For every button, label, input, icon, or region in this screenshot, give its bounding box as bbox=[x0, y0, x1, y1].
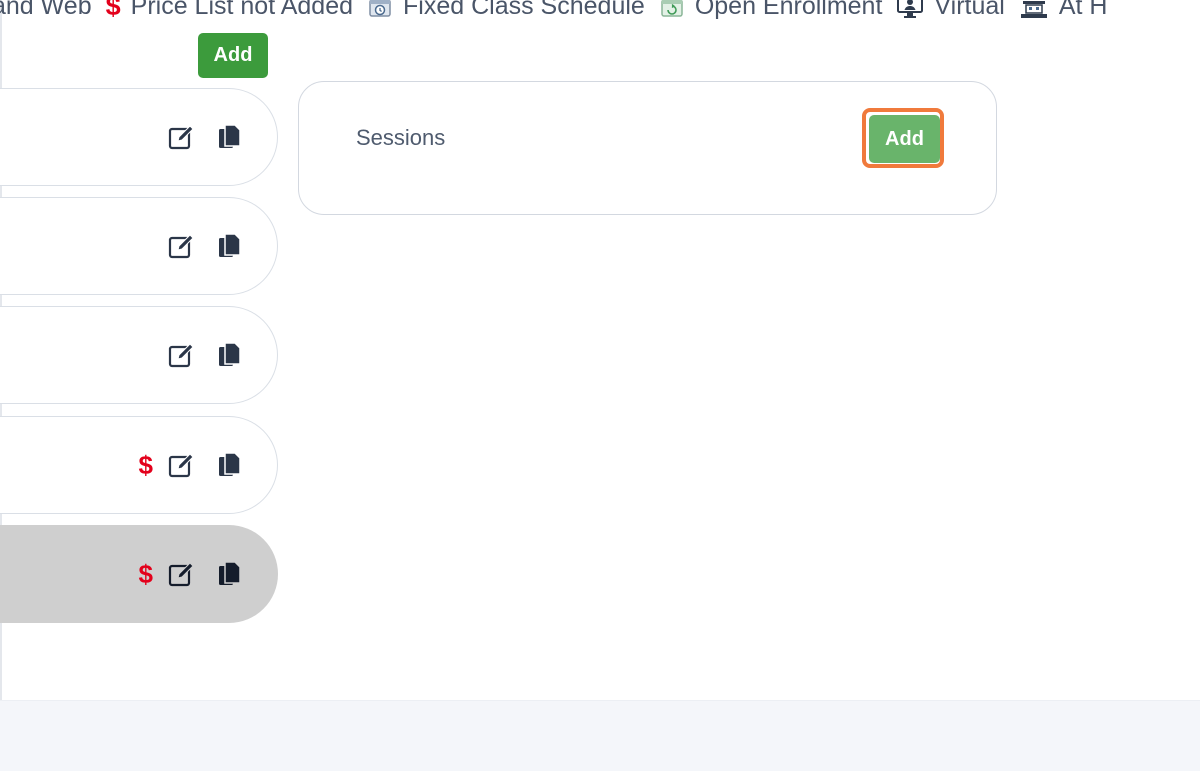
copy-icon[interactable] bbox=[215, 340, 245, 370]
building-icon bbox=[1019, 0, 1049, 20]
row-actions bbox=[167, 89, 245, 185]
edit-icon[interactable] bbox=[167, 231, 197, 261]
list-item[interactable]: $ bbox=[0, 416, 278, 514]
legend-label: Virtual bbox=[934, 0, 1005, 20]
sessions-panel: Sessions Add bbox=[298, 81, 997, 215]
copy-icon[interactable] bbox=[215, 122, 245, 152]
list-item[interactable] bbox=[0, 88, 278, 186]
list-item[interactable] bbox=[0, 306, 278, 404]
add-session-button[interactable]: Add bbox=[869, 115, 940, 163]
row-actions: $ bbox=[139, 417, 245, 513]
add-item-button[interactable]: Add bbox=[198, 33, 268, 78]
legend-item-price-list: $ Price List not Added bbox=[106, 0, 353, 22]
copy-icon[interactable] bbox=[215, 450, 245, 480]
legend-item-fixed-schedule: Fixed Class Schedule bbox=[367, 0, 645, 21]
row-actions: $ bbox=[139, 526, 245, 622]
legend-label: At H bbox=[1058, 0, 1108, 20]
legend-label: Fixed Class Schedule bbox=[403, 0, 645, 20]
legend-bar: and Web $ Price List not Added Fixed Cla… bbox=[0, 0, 1121, 24]
list-item-selected[interactable]: $ bbox=[0, 525, 278, 623]
calendar-refresh-icon bbox=[659, 0, 685, 19]
edit-icon[interactable] bbox=[167, 340, 197, 370]
copy-icon[interactable] bbox=[215, 231, 245, 261]
legend-item-virtual: Virtual bbox=[896, 0, 1005, 21]
legend-label: and Web bbox=[0, 0, 92, 20]
dollar-icon: $ bbox=[105, 0, 121, 21]
edit-icon[interactable] bbox=[167, 122, 197, 152]
price-warning-icon: $ bbox=[138, 558, 153, 589]
legend-item-at-home: At H bbox=[1019, 0, 1108, 21]
page-footer bbox=[0, 700, 1200, 771]
legend-label: Price List not Added bbox=[130, 0, 354, 20]
legend-item-open-enrollment: Open Enrollment bbox=[659, 0, 883, 21]
list-item[interactable] bbox=[0, 197, 278, 295]
legend-label: Open Enrollment bbox=[694, 0, 883, 20]
price-warning-icon: $ bbox=[138, 449, 153, 480]
edit-icon[interactable] bbox=[167, 559, 197, 589]
monitor-user-icon bbox=[896, 0, 924, 19]
clock-calendar-icon bbox=[367, 0, 393, 19]
sessions-title: Sessions bbox=[356, 125, 446, 150]
copy-icon[interactable] bbox=[215, 559, 245, 589]
row-actions bbox=[167, 198, 245, 294]
legend-item-web: and Web bbox=[0, 0, 92, 21]
row-actions bbox=[167, 307, 245, 403]
edit-icon[interactable] bbox=[167, 450, 197, 480]
